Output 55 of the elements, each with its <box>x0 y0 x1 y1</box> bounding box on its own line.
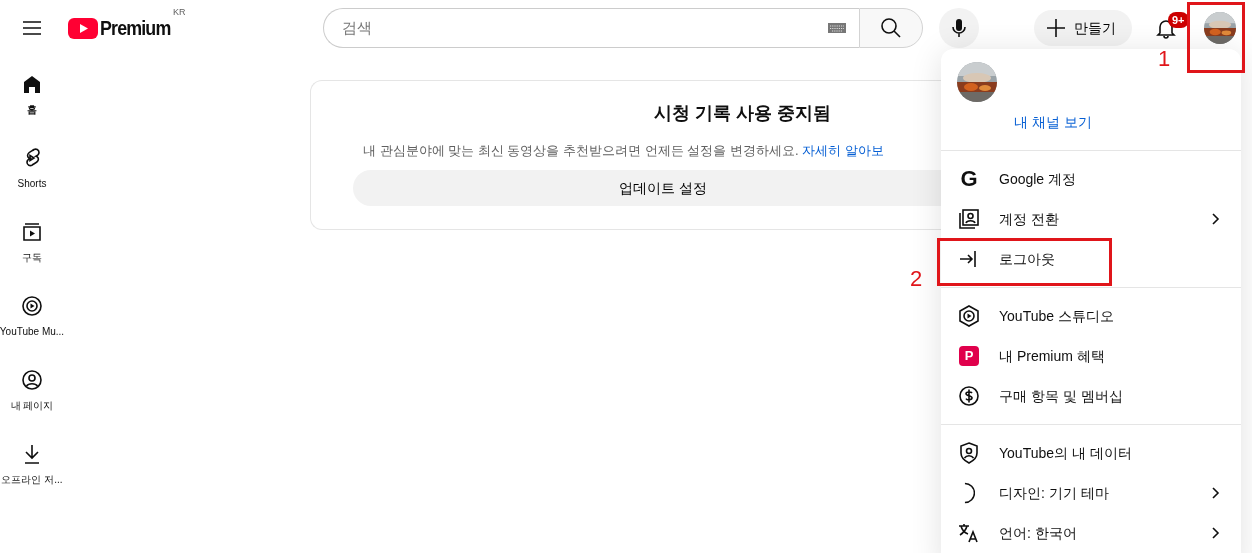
learn-more-link[interactable]: 자세히 알아보 <box>802 142 884 158</box>
menu-item-label: 언어: 한국어 <box>999 523 1077 543</box>
dollar-icon <box>957 384 981 408</box>
menu-item-label: 로그아웃 <box>999 249 1055 269</box>
music-icon <box>20 294 44 318</box>
sidebar-item[interactable]: 홈 <box>0 56 64 130</box>
play-logo-icon <box>68 17 98 39</box>
studio-icon <box>957 304 981 328</box>
subscriptions-icon <box>20 220 44 244</box>
menu-item[interactable]: 언어: 한국어 <box>941 513 1241 553</box>
menu-item-label: YouTube의 내 데이터 <box>999 443 1132 463</box>
moon-icon <box>963 482 975 504</box>
menu-item[interactable]: 디자인: 기기 테마 <box>941 473 1241 513</box>
sidebar-item[interactable]: 구독 <box>0 204 64 278</box>
menu-item[interactable]: G Google 계정 <box>941 159 1241 199</box>
annotation-box <box>1187 2 1245 73</box>
notification-badge: 9+ <box>1168 12 1189 28</box>
update-settings-button[interactable]: 업데이트 설정 <box>353 170 941 207</box>
menu-item-label: Google 계정 <box>999 169 1077 189</box>
logo-text[interactable]: Premium <box>100 12 171 44</box>
sidebar-item[interactable]: 내 페이지 <box>0 352 64 426</box>
menu-item-label: 구매 항목 및 멤버십 <box>999 386 1123 406</box>
avatar-button[interactable] <box>1204 12 1236 44</box>
translate-icon <box>957 521 981 545</box>
region-code: KR <box>173 6 186 20</box>
menu-item[interactable]: 구매 항목 및 멤버십 <box>941 376 1241 416</box>
annotation-number: 2 <box>910 268 923 290</box>
menu-item-label: 계정 전환 <box>999 209 1059 229</box>
search-icon <box>878 16 903 40</box>
menu-item[interactable]: 계정 전환 <box>941 199 1241 239</box>
keyboard-icon[interactable] <box>826 21 847 35</box>
create-button[interactable]: 만들기 <box>1034 10 1132 46</box>
google-logo-icon: G <box>960 167 978 191</box>
sidebar-item[interactable]: Shorts <box>0 130 64 204</box>
premium-badge-icon: P <box>959 346 979 366</box>
menu-item[interactable]: 로그아웃 <box>941 239 1241 279</box>
menu-item[interactable]: YouTube 스튜디오 <box>941 296 1241 336</box>
notice-title: 시청 기록 사용 중지됨 <box>653 103 833 125</box>
menu-item[interactable]: YouTube의 내 데이터 <box>941 433 1241 473</box>
plus-icon <box>1044 16 1068 40</box>
notice-text: 내 관심분야에 맞는 최신 동영상을 추천받으려면 언제든 설정을 변경하세요. 자세히 알아보 <box>363 141 885 160</box>
profile-icon <box>20 368 44 392</box>
menu-item-label: 내 Premium 혜택 <box>999 346 1105 366</box>
sidebar-item[interactable]: YouTube Mu... <box>0 278 64 352</box>
menu-item-label: YouTube 스튜디오 <box>999 306 1114 326</box>
menu-item[interactable]: P 내 Premium 혜택 <box>941 336 1241 376</box>
search-button[interactable] <box>858 8 923 48</box>
privacy-shield-icon <box>957 441 981 465</box>
notifications-button[interactable]: 9+ <box>1146 8 1186 48</box>
voice-search-button[interactable] <box>938 8 979 48</box>
switch-account-icon <box>957 207 981 231</box>
sidebar-item[interactable]: 오프라인 저... <box>0 426 64 500</box>
annotation-number: 1 <box>1158 48 1171 70</box>
menu-item-label: 디자인: 기기 테마 <box>999 483 1109 503</box>
view-channel-link[interactable]: 내 채널 보기 <box>1014 112 1241 133</box>
